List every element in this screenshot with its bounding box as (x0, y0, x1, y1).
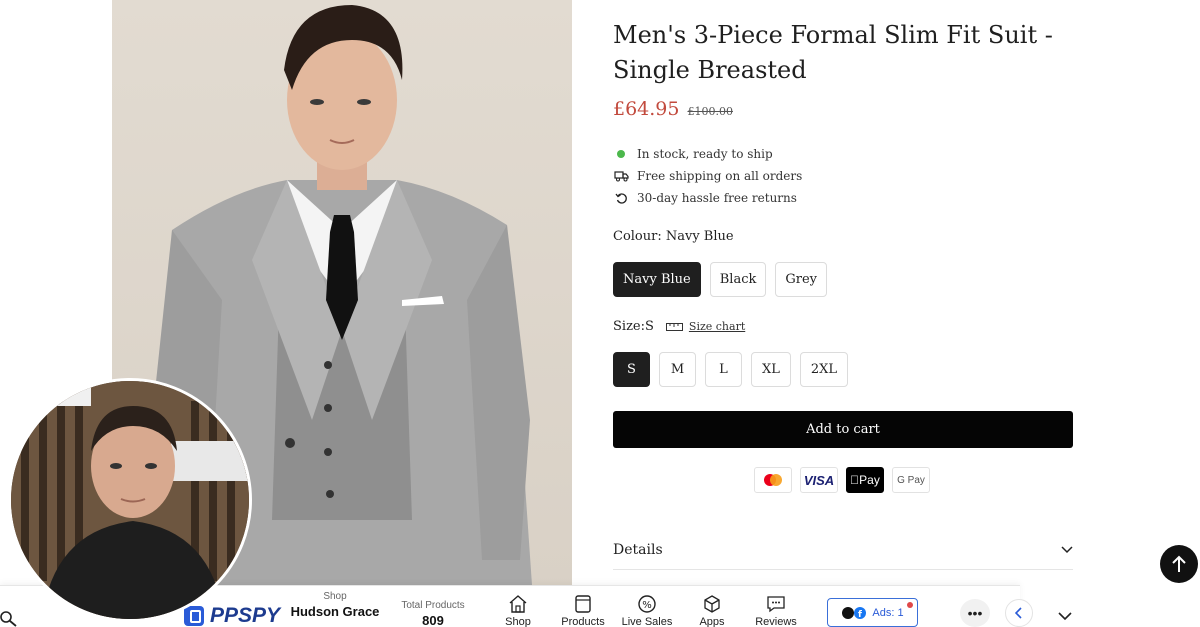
ads-label: Ads: 1 (872, 606, 904, 619)
size-option-xl[interactable]: XL (751, 352, 791, 387)
nav-shop[interactable]: Shop (488, 594, 548, 627)
details-label: Details (613, 541, 663, 558)
colour-label: Colour: Navy Blue (613, 229, 734, 244)
total-products-label: Total Products (401, 600, 465, 611)
return-arrow-icon (613, 190, 629, 206)
apple-pay-label: Pay (854, 473, 880, 487)
previous-button[interactable] (1005, 599, 1033, 627)
shop-stat: Shop Hudson Grace (290, 591, 380, 619)
nav-products[interactable]: Products (553, 594, 613, 627)
nav-reviews[interactable]: Reviews (746, 594, 806, 627)
chevron-down-icon (1061, 545, 1073, 553)
svg-text:f: f (858, 610, 862, 620)
total-products-value: 809 (422, 613, 444, 627)
size-option-s[interactable]: S (613, 352, 650, 387)
size-row: Size:S Size chart (613, 319, 745, 334)
size-chart-label: Size chart (688, 320, 746, 333)
ppspy-logo-icon (184, 606, 204, 626)
collapse-toolbar-button[interactable] (1058, 606, 1072, 625)
size-option-l[interactable]: L (705, 352, 742, 387)
search-tool-icon[interactable] (0, 609, 18, 627)
nav-apps[interactable]: Apps (682, 594, 742, 627)
feature-returns: 30-day hassle free returns (613, 190, 797, 206)
add-to-cart-button[interactable]: Add to cart (613, 411, 1073, 448)
nav-reviews-label: Reviews (755, 616, 797, 627)
back-to-top-button[interactable] (1160, 545, 1198, 583)
colour-options: Navy Blue Black Grey (613, 262, 827, 297)
more-icon: ••• (967, 605, 983, 621)
total-products-stat: Total Products 809 (395, 600, 471, 627)
product-title: Men's 3-Piece Formal Slim Fit Suit - Sin… (613, 21, 1053, 84)
arrow-up-icon (1172, 555, 1186, 572)
ruler-icon (665, 322, 683, 331)
colour-option-grey[interactable]: Grey (775, 262, 827, 297)
green-dot-icon (613, 146, 629, 162)
size-options: S M L XL 2XL (613, 352, 849, 387)
mastercard-icon (754, 467, 792, 493)
tiktok-facebook-icon: f (842, 606, 867, 620)
size-chart-link[interactable]: Size chart (665, 320, 746, 333)
compare-price: £100.00 (687, 105, 733, 118)
ppspy-logo-text: PPSPY (210, 604, 281, 627)
google-pay-icon: G Pay (892, 467, 930, 493)
details-accordion[interactable]: Details (613, 530, 1073, 570)
webcam-overlay (8, 378, 252, 622)
nav-live-sales-label: Live Sales (621, 616, 673, 627)
magnifier-icon (0, 611, 17, 627)
chevron-down-icon (1058, 612, 1072, 621)
colour-option-black[interactable]: Black (709, 262, 767, 297)
nav-live-sales[interactable]: % Live Sales (617, 594, 677, 627)
svg-text:%: % (642, 600, 652, 611)
sale-price: £64.95 (613, 98, 680, 120)
nav-products-label: Products (561, 616, 605, 627)
truck-icon (613, 168, 629, 184)
feature-text: Free shipping on all orders (637, 169, 803, 183)
apps-icon (704, 595, 720, 613)
apple-pay-icon: Pay (846, 467, 884, 493)
shop-label: Shop (323, 591, 347, 602)
products-icon (575, 595, 591, 613)
shop-icon (509, 595, 527, 613)
ads-button[interactable]: f Ads: 1 (827, 598, 918, 627)
nav-apps-label: Apps (699, 616, 725, 627)
feature-in-stock: In stock, ready to ship (613, 146, 773, 162)
size-label: Size:S (613, 319, 654, 334)
chevron-left-icon (1015, 607, 1022, 619)
colour-option-navy-blue[interactable]: Navy Blue (613, 262, 701, 297)
size-option-m[interactable]: M (659, 352, 696, 387)
feature-free-shipping: Free shipping on all orders (613, 168, 802, 184)
shop-name: Hudson Grace (290, 604, 380, 619)
visa-icon: VISA (800, 467, 838, 493)
notification-dot (907, 602, 913, 608)
reviews-icon (767, 596, 785, 613)
ppspy-logo: PPSPY (184, 604, 280, 627)
feature-text: In stock, ready to ship (637, 147, 773, 161)
live-sales-icon: % (638, 595, 656, 613)
presenter-video (11, 381, 249, 619)
more-options-button[interactable]: ••• (960, 599, 990, 627)
nav-shop-label: Shop (505, 616, 531, 627)
price-row: £64.95 £100.00 (613, 98, 733, 120)
feature-text: 30-day hassle free returns (637, 191, 797, 205)
payment-methods: VISA Pay G Pay (754, 467, 930, 493)
size-option-2xl[interactable]: 2XL (799, 352, 849, 387)
